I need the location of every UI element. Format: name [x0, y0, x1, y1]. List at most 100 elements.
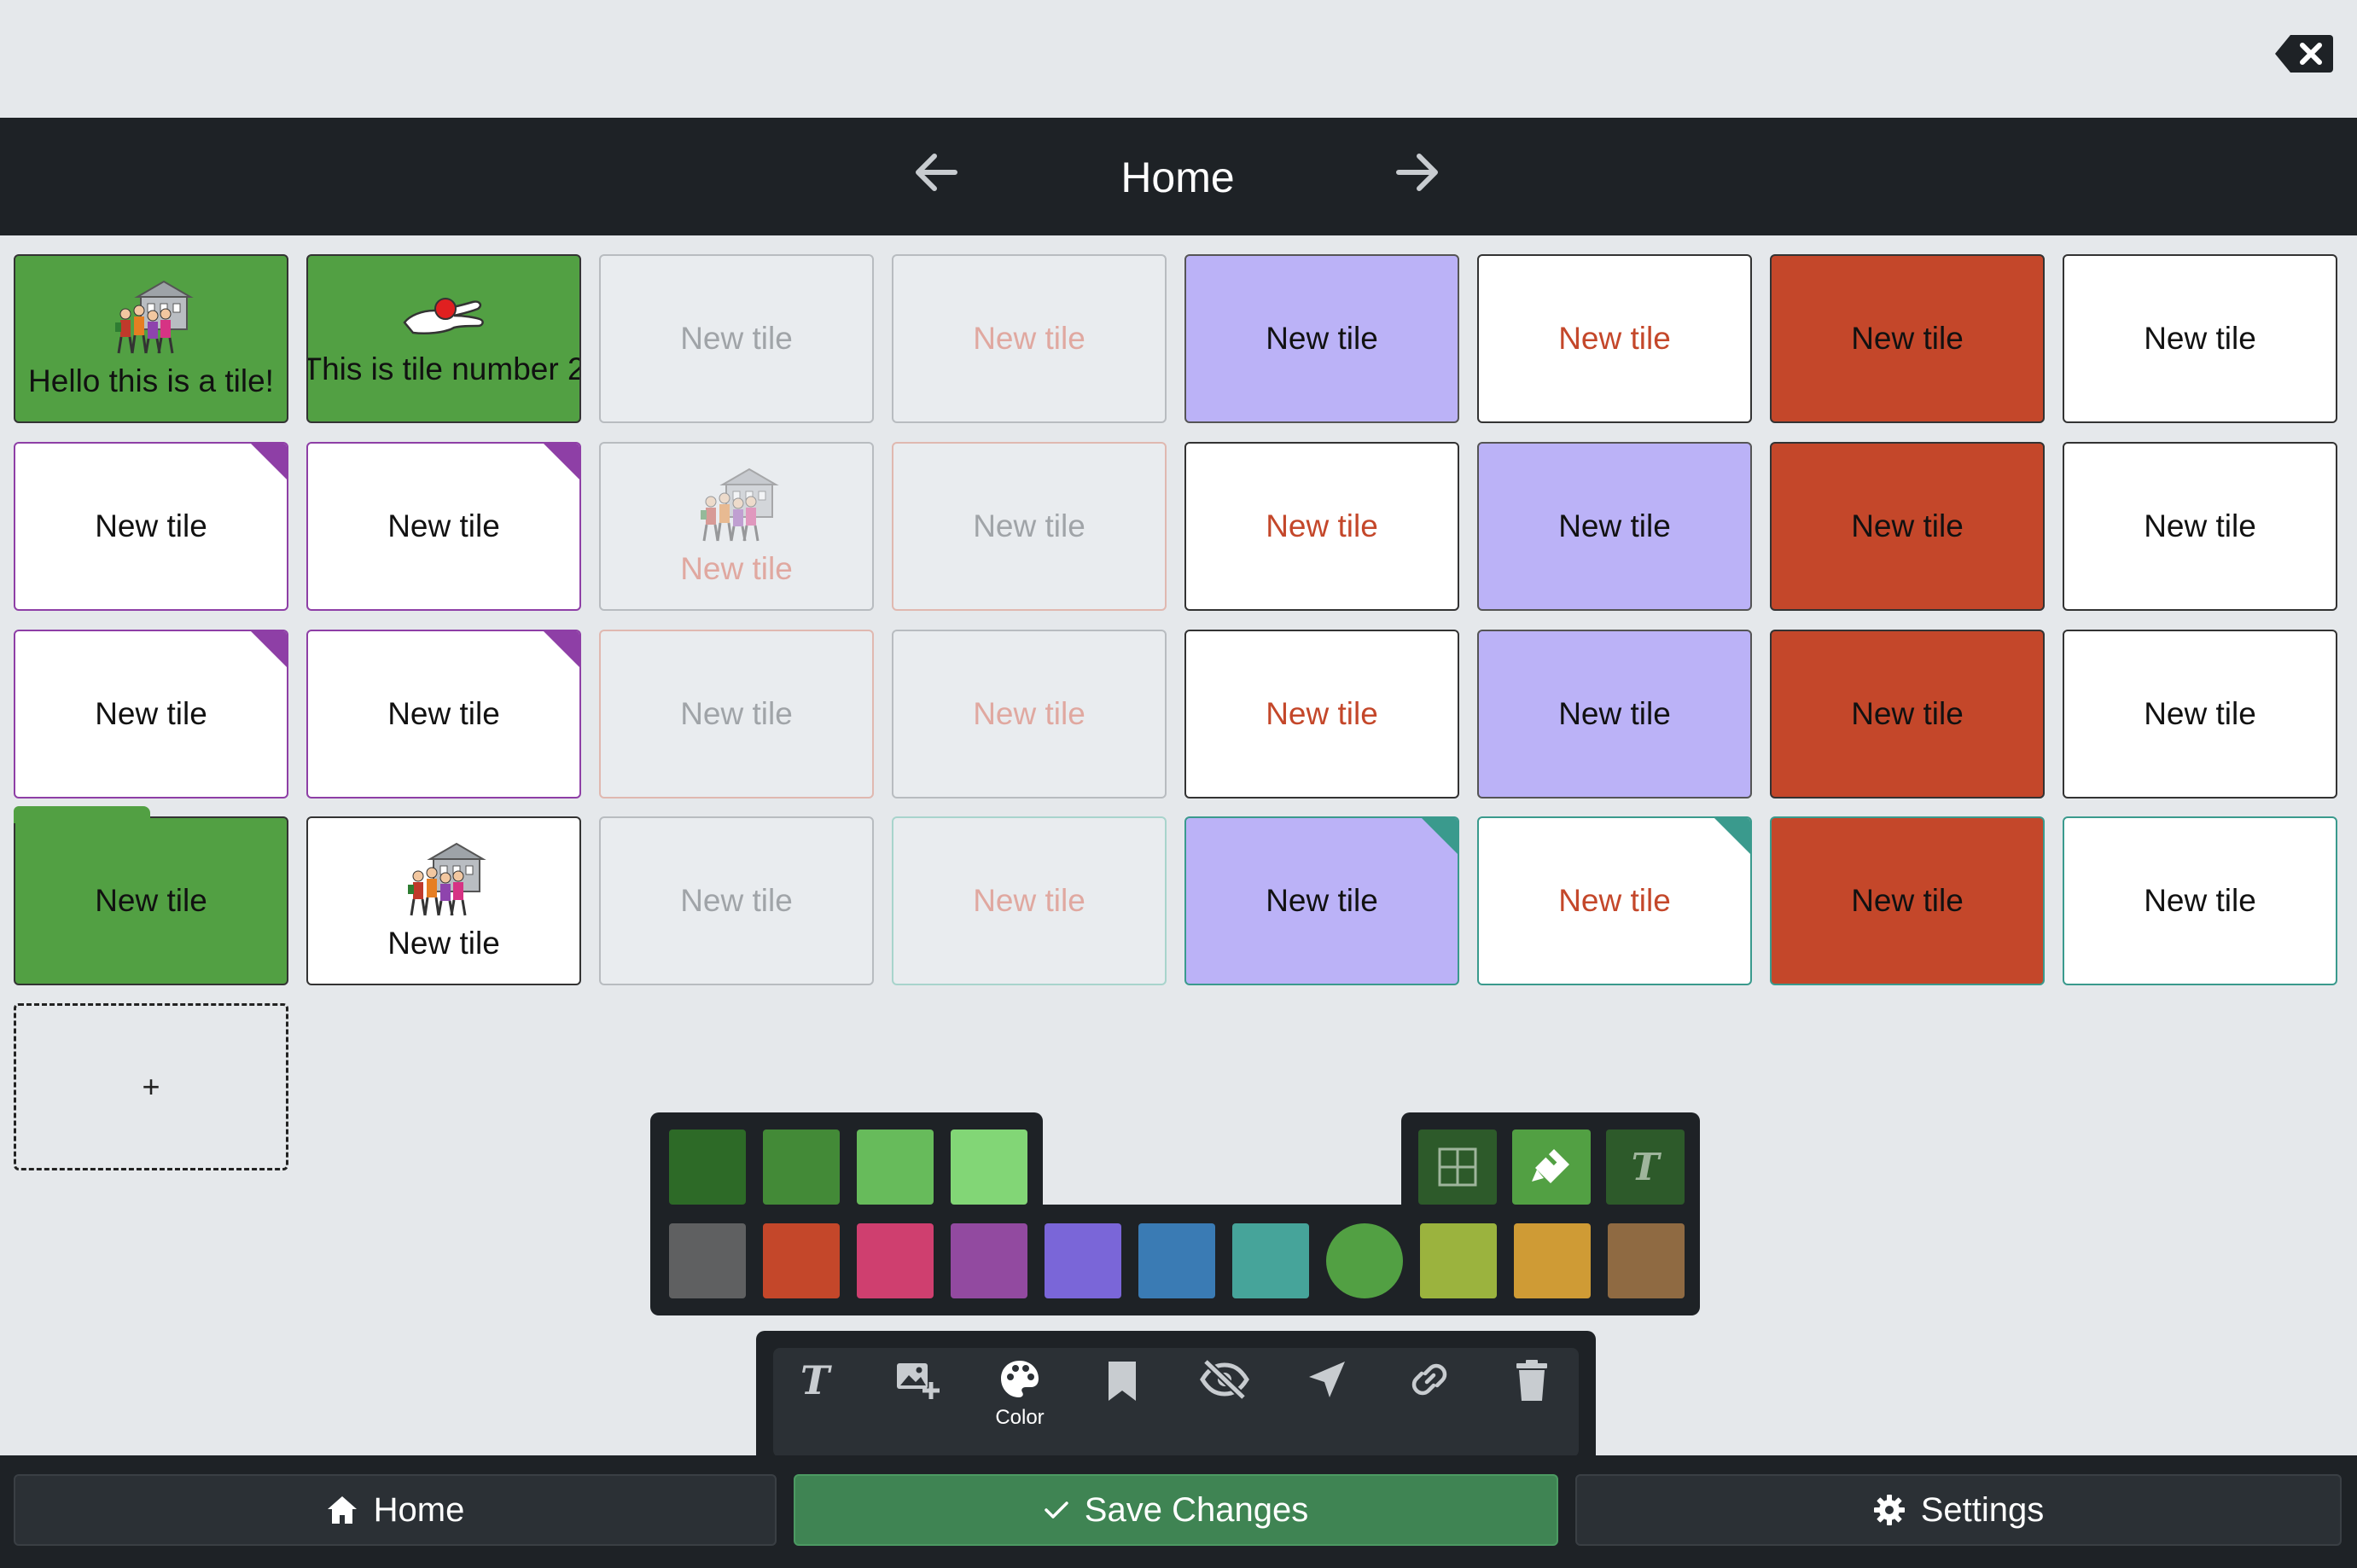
tile-r2-c3[interactable]: New tile: [599, 442, 874, 611]
color-swatch-3[interactable]: [857, 1223, 934, 1298]
tile-label: New tile: [1558, 508, 1671, 543]
tile-label: New tile: [2144, 883, 2256, 918]
tile-label: New tile: [973, 508, 1085, 543]
tile-r1-c3[interactable]: New tile: [599, 254, 874, 423]
top-strip: [0, 0, 2357, 118]
tile-label: New tile: [95, 508, 207, 543]
shade-swatch-3[interactable]: [857, 1130, 934, 1205]
tile-r2-c4[interactable]: New tile: [892, 442, 1167, 611]
tile-r3-c6[interactable]: New tile: [1477, 630, 1752, 799]
next-board-button[interactable]: [1388, 147, 1447, 198]
fill-mode-button[interactable]: [1512, 1130, 1591, 1205]
tool-label: Color: [995, 1406, 1045, 1429]
bookmark-tool-button[interactable]: [1084, 1358, 1161, 1443]
tile-label: New tile: [1558, 696, 1671, 731]
tile-label: New tile: [2144, 321, 2256, 356]
tile-label: New tile: [387, 508, 500, 543]
tile-r2-c2[interactable]: New tile: [306, 442, 581, 611]
text-mode-button[interactable]: T: [1606, 1130, 1685, 1205]
color-swatch-5[interactable]: [1045, 1223, 1121, 1298]
color-swatch-9[interactable]: [1420, 1223, 1497, 1298]
trash-icon: [1513, 1358, 1551, 1404]
tile-r3-c2[interactable]: New tile: [306, 630, 581, 799]
add-tile-button[interactable]: +: [14, 1003, 288, 1170]
tile-r4-c6[interactable]: New tile: [1477, 816, 1752, 985]
tile-r4-c1[interactable]: New tile: [14, 806, 288, 985]
people-school-icon: [408, 842, 486, 916]
tile-r1-c8[interactable]: New tile: [2063, 254, 2337, 423]
tile-corner-marker: [544, 444, 579, 479]
tile-r3-c4[interactable]: New tile: [892, 630, 1167, 799]
home-button[interactable]: Home: [14, 1474, 777, 1546]
palette-tool-button[interactable]: Color: [981, 1358, 1058, 1443]
text-tool-button[interactable]: T: [777, 1358, 853, 1443]
tile-r3-c8[interactable]: New tile: [2063, 630, 2337, 799]
tile-label: New tile: [95, 883, 207, 918]
tile-r4-c2[interactable]: New tile: [306, 816, 581, 985]
svg-text:T: T: [1632, 1146, 1662, 1188]
trash-tool-button[interactable]: [1493, 1358, 1570, 1443]
arrow-left-icon: [916, 154, 957, 191]
text-icon: T: [794, 1358, 836, 1401]
hand-giving-icon: [403, 298, 484, 334]
tile-r4-c5[interactable]: New tile: [1184, 816, 1459, 985]
add-tile-label: +: [142, 1069, 160, 1104]
color-swatch-2[interactable]: [763, 1223, 840, 1298]
arrow-right-icon: [1396, 154, 1438, 191]
navigate-icon: [1306, 1358, 1348, 1401]
tile-r2-c1[interactable]: New tile: [14, 442, 288, 611]
color-swatch-11[interactable]: [1608, 1223, 1685, 1298]
tile-corner-marker: [251, 631, 287, 667]
tile-corner-marker: [1714, 818, 1750, 854]
tile-r1-c2[interactable]: This is tile number 2: [306, 254, 581, 423]
color-swatch-4[interactable]: [951, 1223, 1027, 1298]
tile-r3-c1[interactable]: New tile: [14, 630, 288, 799]
tile-r1-c4[interactable]: New tile: [892, 254, 1167, 423]
tile-r1-c6[interactable]: New tile: [1477, 254, 1752, 423]
color-swatch-10[interactable]: [1514, 1223, 1591, 1298]
tile-corner-marker: [251, 444, 287, 479]
shade-swatch-4[interactable]: [951, 1130, 1027, 1205]
link-tool-button[interactable]: [1391, 1358, 1468, 1443]
tile-r3-c7[interactable]: New tile: [1770, 630, 2045, 799]
grid-icon: [1436, 1146, 1479, 1188]
navigate-tool-button[interactable]: [1289, 1358, 1365, 1443]
tile-r4-c7[interactable]: New tile: [1770, 816, 2045, 985]
tile-label: New tile: [1851, 883, 1964, 918]
link-icon: [1408, 1358, 1451, 1401]
tile-label: New tile: [387, 926, 500, 961]
previous-board-button[interactable]: [906, 147, 966, 198]
tile-r2-c6[interactable]: New tile: [1477, 442, 1752, 611]
tile-r3-c5[interactable]: New tile: [1184, 630, 1459, 799]
tile-r4-c3[interactable]: New tile: [599, 816, 874, 985]
tile-r4-c8[interactable]: New tile: [2063, 816, 2337, 985]
backspace-icon: [2275, 35, 2333, 73]
color-swatch-1[interactable]: [669, 1223, 746, 1298]
add-image-tool-button[interactable]: [879, 1358, 956, 1443]
color-swatch-6[interactable]: [1138, 1223, 1215, 1298]
tile-r4-c4[interactable]: New tile: [892, 816, 1167, 985]
tile-r2-c7[interactable]: New tile: [1770, 442, 2045, 611]
tile-r1-c7[interactable]: New tile: [1770, 254, 2045, 423]
save-changes-button[interactable]: Save Changes: [794, 1474, 1558, 1546]
tile-label: New tile: [1558, 883, 1671, 918]
tile-r2-c8[interactable]: New tile: [2063, 442, 2337, 611]
shade-swatch-1[interactable]: [669, 1130, 746, 1205]
home-icon: [327, 1496, 357, 1524]
grid-mode-button[interactable]: [1418, 1130, 1497, 1205]
color-swatch-8[interactable]: [1326, 1223, 1403, 1298]
backspace-button[interactable]: [2272, 32, 2337, 75]
eye-slash-tool-button[interactable]: [1186, 1358, 1263, 1443]
tile-label: New tile: [2144, 508, 2256, 543]
tile-label: New tile: [2144, 696, 2256, 731]
color-swatch-7[interactable]: [1232, 1223, 1309, 1298]
settings-button[interactable]: Settings: [1575, 1474, 2342, 1546]
tile-label: New tile: [1266, 883, 1378, 918]
tile-r2-c5[interactable]: New tile: [1184, 442, 1459, 611]
tile-r1-c5[interactable]: New tile: [1184, 254, 1459, 423]
tile-r1-c1[interactable]: Hello this is a tile!: [14, 254, 288, 423]
tile-label: New tile: [973, 883, 1085, 918]
tile-label: New tile: [1851, 321, 1964, 356]
shade-swatch-2[interactable]: [763, 1130, 840, 1205]
tile-r3-c3[interactable]: New tile: [599, 630, 874, 799]
